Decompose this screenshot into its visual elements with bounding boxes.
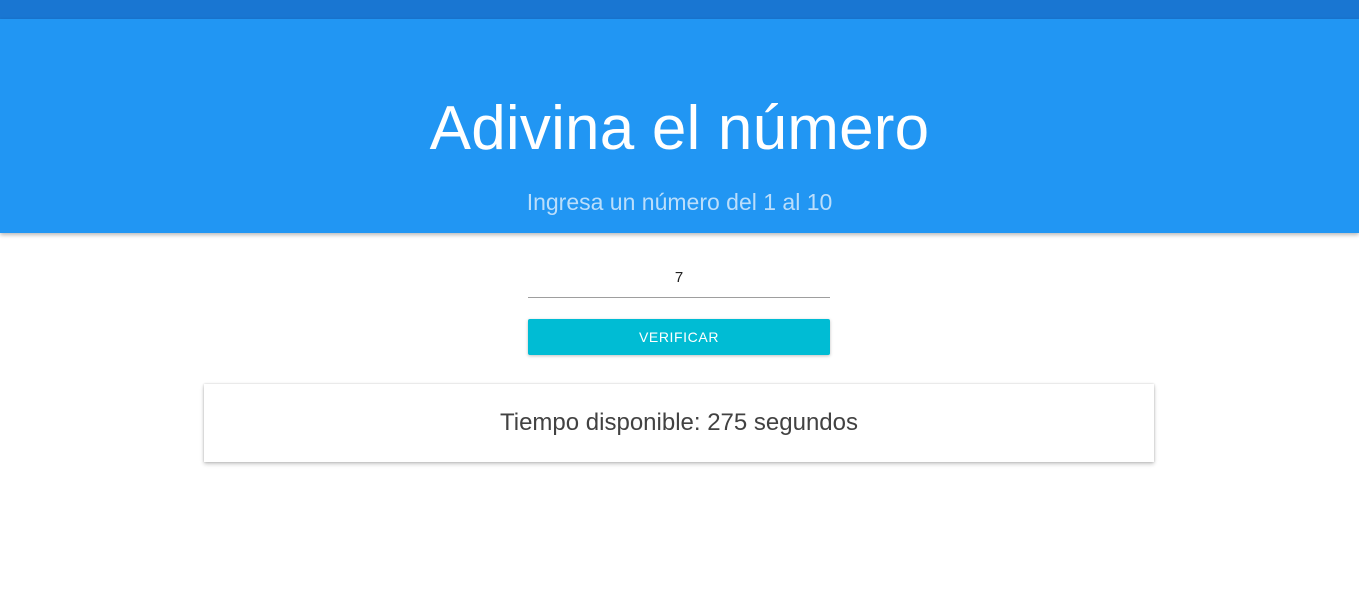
page-title: Adivina el número [429,94,930,163]
page-subtitle: Ingresa un número del 1 al 10 [526,189,833,215]
top-status-bar [0,0,1359,19]
guess-number-input[interactable] [528,258,830,298]
time-remaining-text: Tiempo disponible: 275 segundos [499,409,859,436]
hero-header: Adivina el número Ingresa un número del … [0,19,1359,233]
timer-card: Tiempo disponible: 275 segundos [204,384,1154,462]
verify-button[interactable]: VERIFICAR [528,319,830,355]
